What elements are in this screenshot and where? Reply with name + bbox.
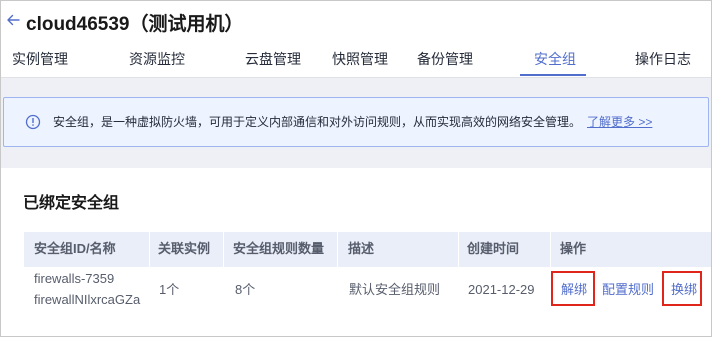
tab-disk-management[interactable]: 云盘管理 (245, 49, 301, 69)
configure-rules-link[interactable]: 配置规则 (602, 281, 654, 299)
tab-instance-management[interactable]: 实例管理 (12, 49, 68, 69)
tab-bar: 实例管理 资源监控 云盘管理 快照管理 备份管理 安全组 操作日志 (1, 43, 711, 78)
column-separator (550, 232, 551, 267)
column-separator (458, 232, 459, 267)
column-separator (337, 232, 338, 267)
table-header: 安全组ID/名称 关联实例 安全组规则数量 描述 创建时间 操作 (24, 232, 711, 267)
created-date: 2021-12-29 (468, 282, 535, 297)
learn-more-link[interactable]: 了解更多 >> (587, 115, 652, 129)
column-header-rules: 安全组规则数量 (233, 241, 325, 256)
tab-resource-monitoring[interactable]: 资源监控 (129, 49, 185, 69)
page-title: cloud46539（测试用机） (26, 14, 244, 35)
tab-security-group[interactable]: 安全组 (534, 49, 576, 69)
security-group-page: cloud46539（测试用机） 实例管理 资源监控 云盘管理 快照管理 备份管… (0, 0, 712, 337)
back-arrow-icon[interactable] (5, 12, 21, 28)
column-separator (223, 232, 224, 267)
section-title: 已绑定安全组 (23, 195, 120, 212)
column-separator (149, 232, 150, 267)
security-group-id: firewalls-7359 (34, 271, 115, 286)
description: 默认安全组规则 (349, 282, 441, 297)
table-row: firewalls-7359 firewallNIlxrcaGZa 1个 8个 … (24, 267, 711, 317)
tab-snapshot-management[interactable]: 快照管理 (332, 49, 388, 69)
tab-operation-log[interactable]: 操作日志 (635, 49, 691, 69)
info-icon (25, 114, 41, 130)
active-tab-indicator (520, 74, 586, 76)
info-notice: 安全组，是一种虚拟防火墙，可用于定义内部通信和对外访问规则，从而实现高效的网络安… (3, 97, 709, 147)
unbind-link[interactable]: 解绑 (561, 281, 587, 299)
tab-backup-management[interactable]: 备份管理 (417, 49, 473, 69)
security-group-name: firewallNIlxrcaGZa (34, 292, 141, 307)
rule-count: 8个 (235, 282, 256, 297)
notice-text: 安全组，是一种虚拟防火墙，可用于定义内部通信和对外访问规则，从而实现高效的网络安… (53, 114, 652, 130)
column-header-id-name: 安全组ID/名称 (34, 241, 116, 256)
column-header-instances: 关联实例 (158, 241, 211, 256)
column-header-created: 创建时间 (467, 241, 520, 256)
instance-count: 1个 (159, 282, 180, 297)
page-header: cloud46539（测试用机） (1, 1, 711, 43)
notice-message: 安全组，是一种虚拟防火墙，可用于定义内部通信和对外访问规则，从而实现高效的网络安… (53, 115, 582, 129)
rebind-link[interactable]: 换绑 (671, 281, 697, 299)
column-header-actions: 操作 (560, 241, 587, 256)
column-header-description: 描述 (348, 241, 375, 256)
